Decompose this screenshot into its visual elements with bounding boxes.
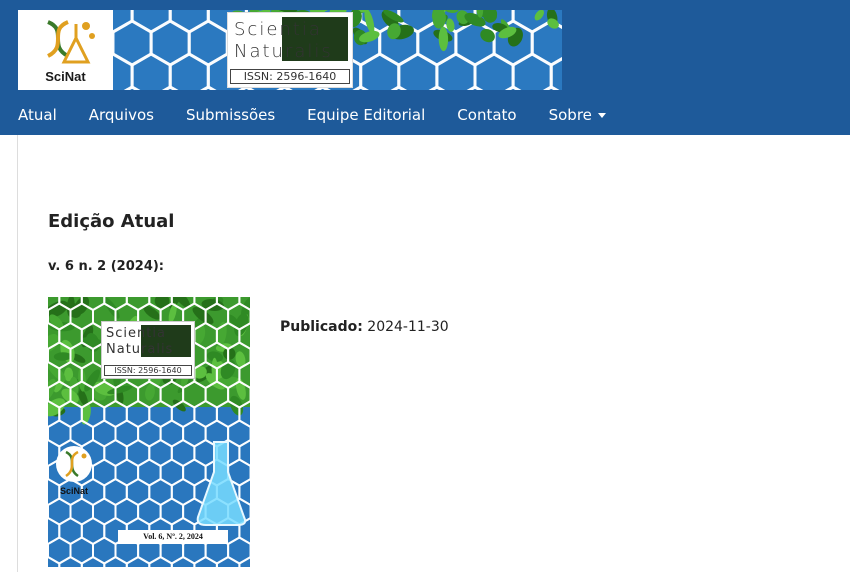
hexagon-shape [103,555,128,567]
banner-image: Scientia Naturalis ISSN: 2596-1640 [113,10,562,90]
published-label: Publicado: [280,319,363,335]
nav-item-atual[interactable]: Atual [0,96,73,134]
hexagon-shape [428,85,446,90]
nav-item-equipe-editorial[interactable]: Equipe Editorial [291,96,441,134]
hexagon-shape [397,52,439,90]
issn-label: ISSN: 2596-1640 [230,69,350,84]
nav-item-contato[interactable]: Contato [441,96,532,134]
cover-issn: ISSN: 2596-1640 [104,365,192,376]
hexagon-shape [193,555,218,567]
logo-text: SciNat [45,69,86,84]
hexagon-shape [58,555,83,567]
hexagon-shape [215,555,241,567]
hexagon-shape [168,10,210,34]
hexagon-shape [390,85,407,90]
hexagon-shape [123,85,141,90]
hexagon-shape [130,10,172,34]
page-title: Edição Atual [48,211,175,232]
hexagon-shape [504,85,522,90]
hexagon-shape [125,555,151,567]
nav-item-submissoes[interactable]: Submissões [170,96,291,134]
cover-title-box: Scientia Naturalis ISSN: 2596-1640 [101,321,195,379]
hexagon-shape [48,555,61,567]
content-divider [17,135,18,572]
hexagon-shape [113,52,134,90]
hexagon-shape [511,52,553,90]
journal-title-box: Scientia Naturalis ISSN: 2596-1640 [227,12,353,88]
hexagon-shape [238,556,250,567]
hexagon-shape [168,52,210,90]
issue-identification: v. 6 n. 2 (2024): [48,259,165,274]
hexagon-shape [170,555,196,567]
hexagon-shape [466,85,484,90]
issue-cover-image[interactable]: Scientia Naturalis ISSN: 2596-1640 SciNa… [48,297,250,567]
cover-title-line-1: Scientia [106,326,166,341]
cover-logo-text: SciNat [59,486,88,496]
cover-title-line-2: Naturalis [106,342,174,357]
site-header: SciNat Scientia Naturalis ISSN: 2596-164… [0,0,850,135]
cover-logo: SciNat [54,444,94,496]
published-date: Publicado: 2024-11-30 [280,319,449,335]
title-line-1: Scientia [234,19,322,40]
hexagon-shape [200,85,217,90]
caret-down-icon [597,113,606,118]
leaf-shape [438,26,449,52]
published-value: 2024-11-30 [367,319,449,335]
primary-nav: Atual Arquivos Submissões Equipe Editori… [0,96,622,134]
hexagon-shape [435,52,477,90]
hexagon-shape [148,555,173,567]
scinat-logo: SciNat [18,10,113,90]
site-logo-banner[interactable]: SciNat Scientia Naturalis ISSN: 2596-164… [18,10,562,90]
hexagon-shape [473,52,515,90]
flask-icon [196,441,247,526]
cover-dna-icon [56,446,92,482]
leaf-shape [534,10,545,21]
hexagon-shape [549,57,562,90]
hexagon-shape [161,85,179,90]
hexagon-shape [80,555,106,567]
title-line-2: Naturalis [234,41,333,62]
hexagon-shape [130,52,172,90]
nav-item-arquivos[interactable]: Arquivos [73,96,170,134]
cover-volume-label: Vol. 6, Nº. 2, 2024 [118,530,228,544]
hexagon-shape [359,52,401,90]
hexagon-shape [543,85,560,90]
nav-item-sobre[interactable]: Sobre [533,96,622,134]
